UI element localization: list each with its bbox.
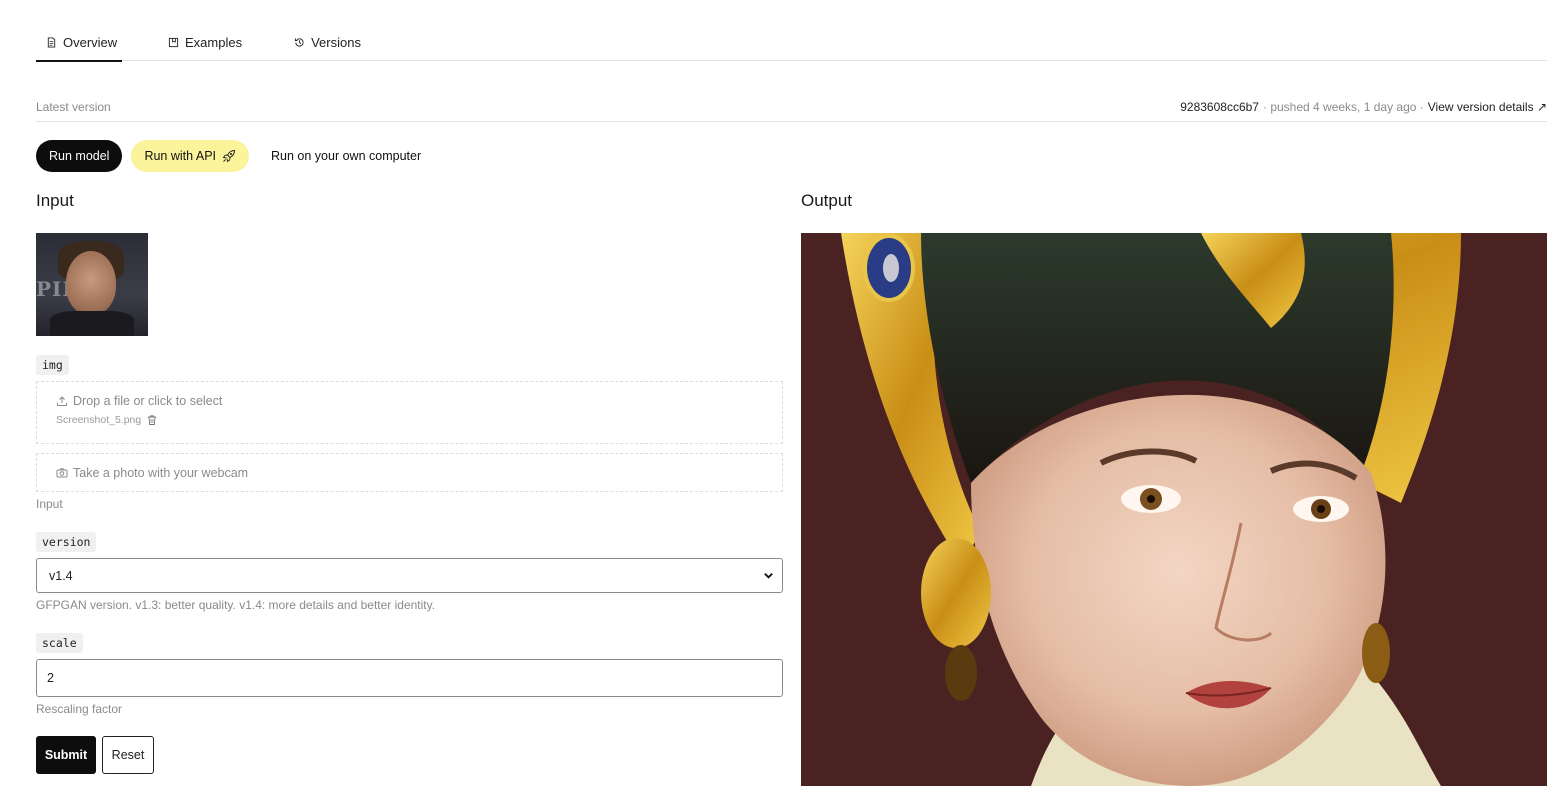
version-meta: 9283608cc6b7 · pushed 4 weeks, 1 day ago… bbox=[1180, 100, 1547, 114]
run-with-api-button[interactable]: Run with API bbox=[131, 140, 250, 172]
run-with-api-label: Run with API bbox=[144, 149, 217, 163]
version-param-tag: version bbox=[36, 532, 97, 552]
history-icon bbox=[294, 38, 304, 47]
dropzone-text: Drop a file or click to select bbox=[73, 394, 223, 408]
thumbnail-shirt bbox=[50, 311, 134, 336]
tab-bar: Overview Examples Versions bbox=[36, 24, 1547, 62]
upload-icon bbox=[57, 396, 67, 406]
version-bar: Latest version 9283608cc6b7 · pushed 4 w… bbox=[36, 92, 1547, 122]
scale-help-text: Rescaling factor bbox=[36, 702, 123, 716]
trash-icon[interactable] bbox=[146, 414, 158, 426]
view-version-details-label: View version details bbox=[1427, 99, 1534, 114]
scale-param-tag: scale bbox=[36, 633, 83, 653]
latest-version-label: Latest version bbox=[36, 99, 111, 114]
tab-overview-label: Overview bbox=[63, 35, 118, 50]
webcam-prompt: Take a photo with your webcam bbox=[56, 466, 248, 480]
thumbnail-face bbox=[66, 251, 116, 315]
tab-overview[interactable]: Overview bbox=[36, 24, 122, 62]
version-pushed: · pushed 4 weeks, 1 day ago · bbox=[1262, 99, 1424, 114]
version-help-text: GFPGAN version. v1.3: better quality. v1… bbox=[36, 598, 436, 612]
version-select[interactable]: v1.4 bbox=[36, 558, 783, 593]
page: Overview Examples Versions Latest versio… bbox=[0, 0, 1559, 786]
selected-file-name: Screenshot_5.png bbox=[56, 414, 142, 426]
bookmark-icon bbox=[168, 37, 179, 48]
webcam-capture[interactable]: Take a photo with your webcam bbox=[36, 453, 783, 492]
scale-input[interactable]: 2 bbox=[36, 659, 783, 697]
version-hash: 9283608cc6b7 bbox=[1180, 99, 1259, 114]
dropzone-prompt: Drop a file or click to select bbox=[56, 394, 222, 408]
rocket-icon bbox=[222, 149, 236, 163]
chevron-down-icon bbox=[764, 573, 773, 579]
camera-icon bbox=[56, 468, 68, 478]
selected-file: Screenshot_5.png bbox=[56, 414, 158, 426]
view-version-details-link[interactable]: View version details ↗ bbox=[1428, 100, 1547, 114]
input-heading: Input bbox=[36, 191, 74, 210]
run-options: Run model Run with API Run on your own c… bbox=[36, 140, 434, 172]
version-select-value: v1.4 bbox=[49, 568, 73, 583]
file-dropzone[interactable]: Drop a file or click to select Screensho… bbox=[36, 381, 783, 444]
run-model-button[interactable]: Run model bbox=[36, 140, 123, 172]
reset-button[interactable]: Reset bbox=[102, 736, 154, 774]
document-icon bbox=[47, 37, 56, 48]
input-image-thumbnail: PIRA bbox=[36, 233, 148, 336]
tab-examples-label: Examples bbox=[185, 35, 243, 50]
tab-versions[interactable]: Versions bbox=[294, 24, 361, 61]
submit-button[interactable]: Submit bbox=[36, 736, 96, 774]
scale-input-value: 2 bbox=[47, 671, 54, 685]
run-locally-button[interactable]: Run on your own computer bbox=[258, 140, 434, 172]
external-arrow-icon: ↗ bbox=[1536, 99, 1547, 114]
webcam-text: Take a photo with your webcam bbox=[73, 466, 249, 480]
img-help-text: Input bbox=[36, 497, 63, 511]
output-portrait bbox=[801, 233, 1547, 786]
output-heading: Output bbox=[801, 191, 853, 210]
output-image bbox=[801, 233, 1547, 786]
tab-versions-label: Versions bbox=[311, 35, 361, 50]
img-param-tag: img bbox=[36, 355, 69, 375]
tab-examples[interactable]: Examples bbox=[168, 24, 242, 61]
